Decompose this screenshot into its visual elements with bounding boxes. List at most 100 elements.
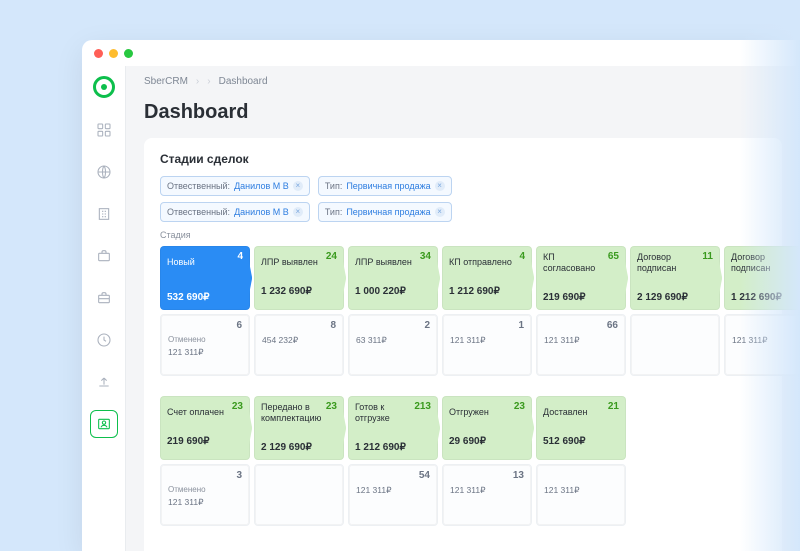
cancelled-count: 3 [236, 470, 242, 481]
stage-cancelled-card[interactable]: 2 63 311₽ [348, 314, 438, 376]
window-close-icon[interactable] [94, 49, 103, 58]
filter-key: Тип: [325, 207, 343, 217]
stage-cancelled-card[interactable]: 54 121 311₽ [348, 464, 438, 526]
cancelled-amount: 121 311₽ [732, 335, 800, 346]
stage-cancelled-card[interactable] [254, 464, 344, 526]
chevron-right-icon: › [196, 76, 199, 87]
cancelled-label: Отменено [168, 485, 242, 494]
stage-card[interactable]: Доставлен 21 512 690₽ [536, 396, 626, 460]
stage-cancelled-card[interactable]: 13 121 311₽ [442, 464, 532, 526]
stage-card[interactable]: КП отправлено 4 1 212 690₽ [442, 246, 532, 310]
stage-name: Договор подписан [637, 252, 703, 274]
user-card-icon [96, 416, 112, 432]
sidebar-item-dashboard[interactable] [90, 116, 118, 144]
cancelled-amount: 121 311₽ [450, 335, 524, 346]
stage-card[interactable]: КП согласовано 65 219 690₽ [536, 246, 626, 310]
stage-card[interactable]: ЛПР выявлен 34 1 000 220₽ [348, 246, 438, 310]
stage-card[interactable]: Новый 4 532 690₽ [160, 246, 250, 310]
cancelled-amount: 121 311₽ [168, 347, 242, 358]
stage-card[interactable]: Передано в комплектацию 23 2 129 690₽ [254, 396, 344, 460]
window-minimize-icon[interactable] [109, 49, 118, 58]
stage-name: КП согласовано [543, 252, 609, 274]
sidebar-item-globe[interactable] [90, 158, 118, 186]
app-logo-icon[interactable] [93, 76, 115, 98]
stage-amount: 532 690₽ [167, 292, 243, 303]
stage-card[interactable]: ЛПР выявлен 24 1 232 690₽ [254, 246, 344, 310]
close-icon[interactable]: × [293, 207, 303, 217]
filter-chip-responsible[interactable]: Отвественный: Данилов М В × [160, 176, 310, 196]
sidebar-item-contact[interactable] [90, 410, 118, 438]
deals-stages-panel: Стадии сделок Отвественный: Данилов М В … [144, 138, 782, 551]
close-icon[interactable]: × [435, 207, 445, 217]
cancelled-count: 1 [518, 320, 524, 331]
stage-amount: 1 212 690₽ [355, 442, 431, 453]
sidebar-item-history[interactable] [90, 326, 118, 354]
filter-value: Данилов М В [234, 181, 289, 191]
stage-card[interactable]: Отгружен 23 29 690₽ [442, 396, 532, 460]
stage-count: 24 [326, 251, 337, 262]
client-area: SberCRM › › Dashboard Dashboard Стадии с… [82, 66, 800, 551]
stage-cancelled-card[interactable]: 8 454 232₽ [254, 314, 344, 376]
filter-chip-type[interactable]: Тип: Первичная продажа × [318, 202, 452, 222]
stage-cancelled-card[interactable]: 3 Отменено 121 311₽ [160, 464, 250, 526]
filter-chip-responsible[interactable]: Отвественный: Данилов М В × [160, 202, 310, 222]
filter-row-2: Отвественный: Данилов М В × Тип: Первичн… [160, 202, 766, 222]
axis-label: Стадия [160, 230, 766, 240]
breadcrumb-page[interactable]: Dashboard [219, 76, 268, 87]
stage-amount: 219 690₽ [167, 436, 243, 447]
stage-cancelled-card[interactable]: 66 121 311₽ [536, 314, 626, 376]
stage-amount: 2 129 690₽ [261, 442, 337, 453]
cancelled-label: Отменено [168, 335, 242, 344]
sidebar-item-upload[interactable] [90, 368, 118, 396]
stage-name: Счет оплачен [167, 407, 224, 418]
stage-name: Новый [167, 257, 195, 268]
stage-name: ЛПР выявлен [261, 257, 318, 268]
sidebar-item-building[interactable] [90, 200, 118, 228]
sidebar-item-briefcase-2[interactable] [90, 284, 118, 312]
stage-count: 23 [514, 401, 525, 412]
stage-cancelled-card[interactable] [630, 314, 720, 376]
globe-icon [96, 164, 112, 180]
close-icon[interactable]: × [435, 181, 445, 191]
close-icon[interactable]: × [293, 181, 303, 191]
stage-amount: 2 129 690₽ [637, 292, 713, 303]
cancelled-amount: 121 311₽ [544, 335, 618, 346]
cancelled-amount: 121 311₽ [450, 485, 524, 496]
stage-cancelled-card[interactable]: 6 Отменено 121 311₽ [160, 314, 250, 376]
stage-cancelled-card[interactable]: 1 121 311₽ [442, 314, 532, 376]
stage-cancelled-card[interactable]: 121 311₽ [536, 464, 626, 526]
cancelled-amount: 454 232₽ [262, 335, 336, 346]
stage-lane-1-cancelled: 6 Отменено 121 311₽ 8 454 232₽ 2 63 311₽ [160, 314, 766, 376]
building-icon [96, 206, 112, 222]
breadcrumb-app[interactable]: SberCRM [144, 76, 188, 87]
sidebar [82, 66, 126, 551]
stage-count: 23 [326, 401, 337, 412]
window-maximize-icon[interactable] [124, 49, 133, 58]
upload-icon [96, 374, 112, 390]
stage-card[interactable]: Договор подписан 11 2 129 690₽ [630, 246, 720, 310]
sidebar-item-briefcase[interactable] [90, 242, 118, 270]
filter-value: Данилов М В [234, 207, 289, 217]
stage-amount: 512 690₽ [543, 436, 619, 447]
cancelled-count: 8 [330, 320, 336, 331]
stage-card[interactable]: Счет оплачен 23 219 690₽ [160, 396, 250, 460]
chevron-right-icon: › [207, 76, 210, 87]
cancelled-amount: 121 311₽ [544, 485, 618, 496]
cancelled-amount: 121 311₽ [168, 497, 242, 508]
app-window: SberCRM › › Dashboard Dashboard Стадии с… [82, 40, 800, 551]
clock-icon [96, 332, 112, 348]
stage-amount: 1 232 690₽ [261, 286, 337, 297]
stage-name: Договор подписан [731, 252, 797, 274]
filter-chip-type[interactable]: Тип: Первичная продажа × [318, 176, 452, 196]
briefcase-icon [96, 248, 112, 264]
stage-card[interactable]: Договор подписан 1 212 690₽ [724, 246, 800, 310]
filter-key: Тип: [325, 181, 343, 191]
stage-count: 213 [414, 401, 431, 412]
stage-cancelled-card[interactable]: 121 311₽ [724, 314, 800, 376]
stage-card[interactable]: Готов к отгрузке 213 1 212 690₽ [348, 396, 438, 460]
main-content: SberCRM › › Dashboard Dashboard Стадии с… [126, 66, 800, 551]
stage-amount: 1 212 690₽ [731, 292, 800, 303]
briefcase-icon [96, 290, 112, 306]
stage-count: 23 [232, 401, 243, 412]
stage-count: 65 [608, 251, 619, 262]
